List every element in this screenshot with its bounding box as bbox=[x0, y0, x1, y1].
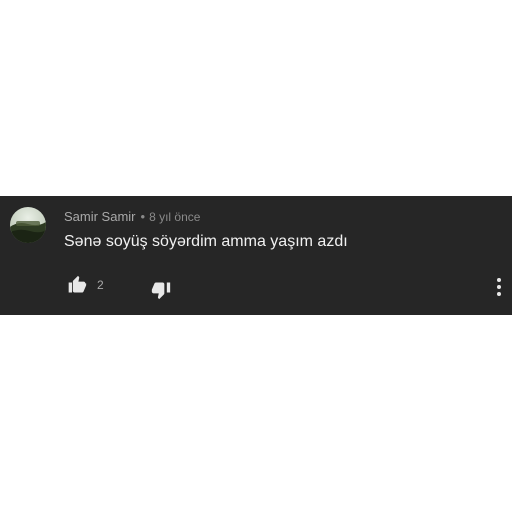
avatar[interactable] bbox=[10, 207, 46, 243]
comment-card: Samir Samir • 8 yıl önce Sənə soyüş söyərd… bbox=[0, 196, 512, 315]
comment-meta: Samir Samir • 8 yıl önce bbox=[64, 209, 200, 225]
more-vertical-icon bbox=[497, 278, 501, 296]
more-options-button[interactable] bbox=[491, 276, 507, 298]
separator-dot: • bbox=[140, 209, 146, 224]
avatar-image bbox=[10, 207, 46, 243]
like-count: 2 bbox=[97, 278, 104, 292]
page: Samir Samir • 8 yıl önce Sənə soyüş söyərd… bbox=[0, 0, 512, 512]
author-name[interactable]: Samir Samir bbox=[64, 209, 136, 224]
thumbs-down-icon bbox=[151, 282, 171, 300]
comment-text: Sənə soyüş söyərdim amma yaşım azdı bbox=[64, 233, 348, 250]
dislike-button[interactable] bbox=[150, 280, 174, 302]
thumbs-up-icon bbox=[68, 275, 87, 293]
comment-timestamp[interactable]: 8 yıl önce bbox=[149, 210, 200, 224]
like-button[interactable] bbox=[66, 275, 90, 297]
